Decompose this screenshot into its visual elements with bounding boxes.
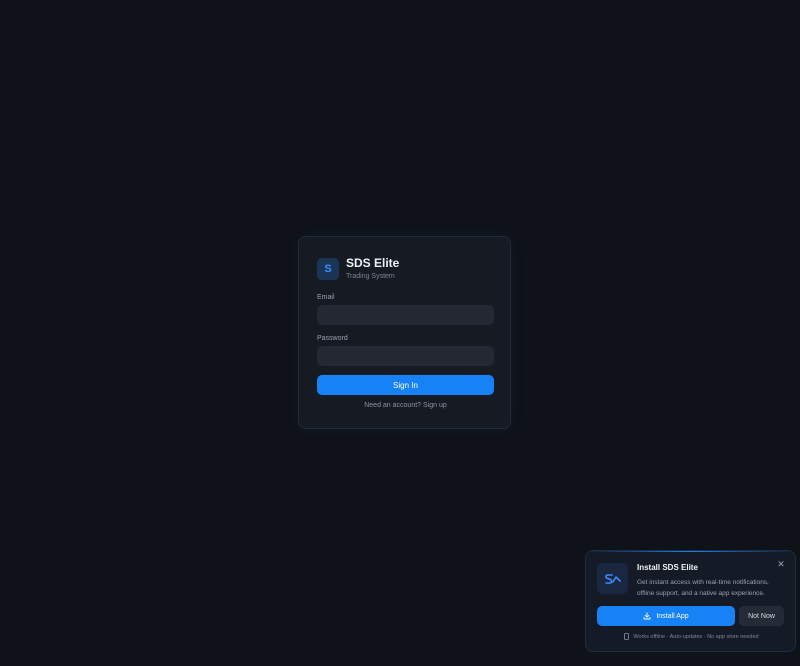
password-field[interactable] — [317, 346, 494, 366]
phone-icon — [624, 633, 630, 640]
sign-in-button[interactable]: Sign In — [317, 375, 494, 395]
email-label: Email — [317, 294, 335, 301]
brand-logo: S — [317, 257, 339, 280]
page: S SDS Elite Trading System Email Passwor… — [0, 0, 800, 666]
install-app-banner: Install SDS Elite Get instant access wit… — [585, 550, 796, 652]
install-footnote: Works offline · Auto-updates · No app st… — [586, 633, 795, 640]
login-card: S SDS Elite Trading System Email Passwor… — [298, 236, 511, 429]
install-description: Get instant access with real-time notifi… — [637, 579, 769, 597]
password-label: Password — [317, 335, 348, 342]
sign-up-link[interactable]: Need an account? Sign up — [299, 402, 512, 409]
app-subtitle: Trading System — [346, 273, 395, 280]
close-icon[interactable]: ✕ — [776, 559, 786, 569]
install-app-label: Install App — [656, 612, 689, 620]
app-title: SDS Elite — [346, 256, 400, 270]
not-now-button[interactable]: Not Now — [739, 606, 784, 626]
email-field[interactable] — [317, 305, 494, 325]
brand-header: S SDS Elite Trading System — [317, 256, 399, 281]
brand-text: SDS Elite Trading System — [346, 256, 399, 281]
install-title: Install SDS Elite — [637, 563, 698, 572]
sds-logo-icon — [597, 563, 628, 594]
download-icon — [643, 612, 651, 620]
install-app-button[interactable]: Install App — [597, 606, 735, 626]
footnote-text: Works offline · Auto-updates · No app st… — [633, 633, 759, 640]
